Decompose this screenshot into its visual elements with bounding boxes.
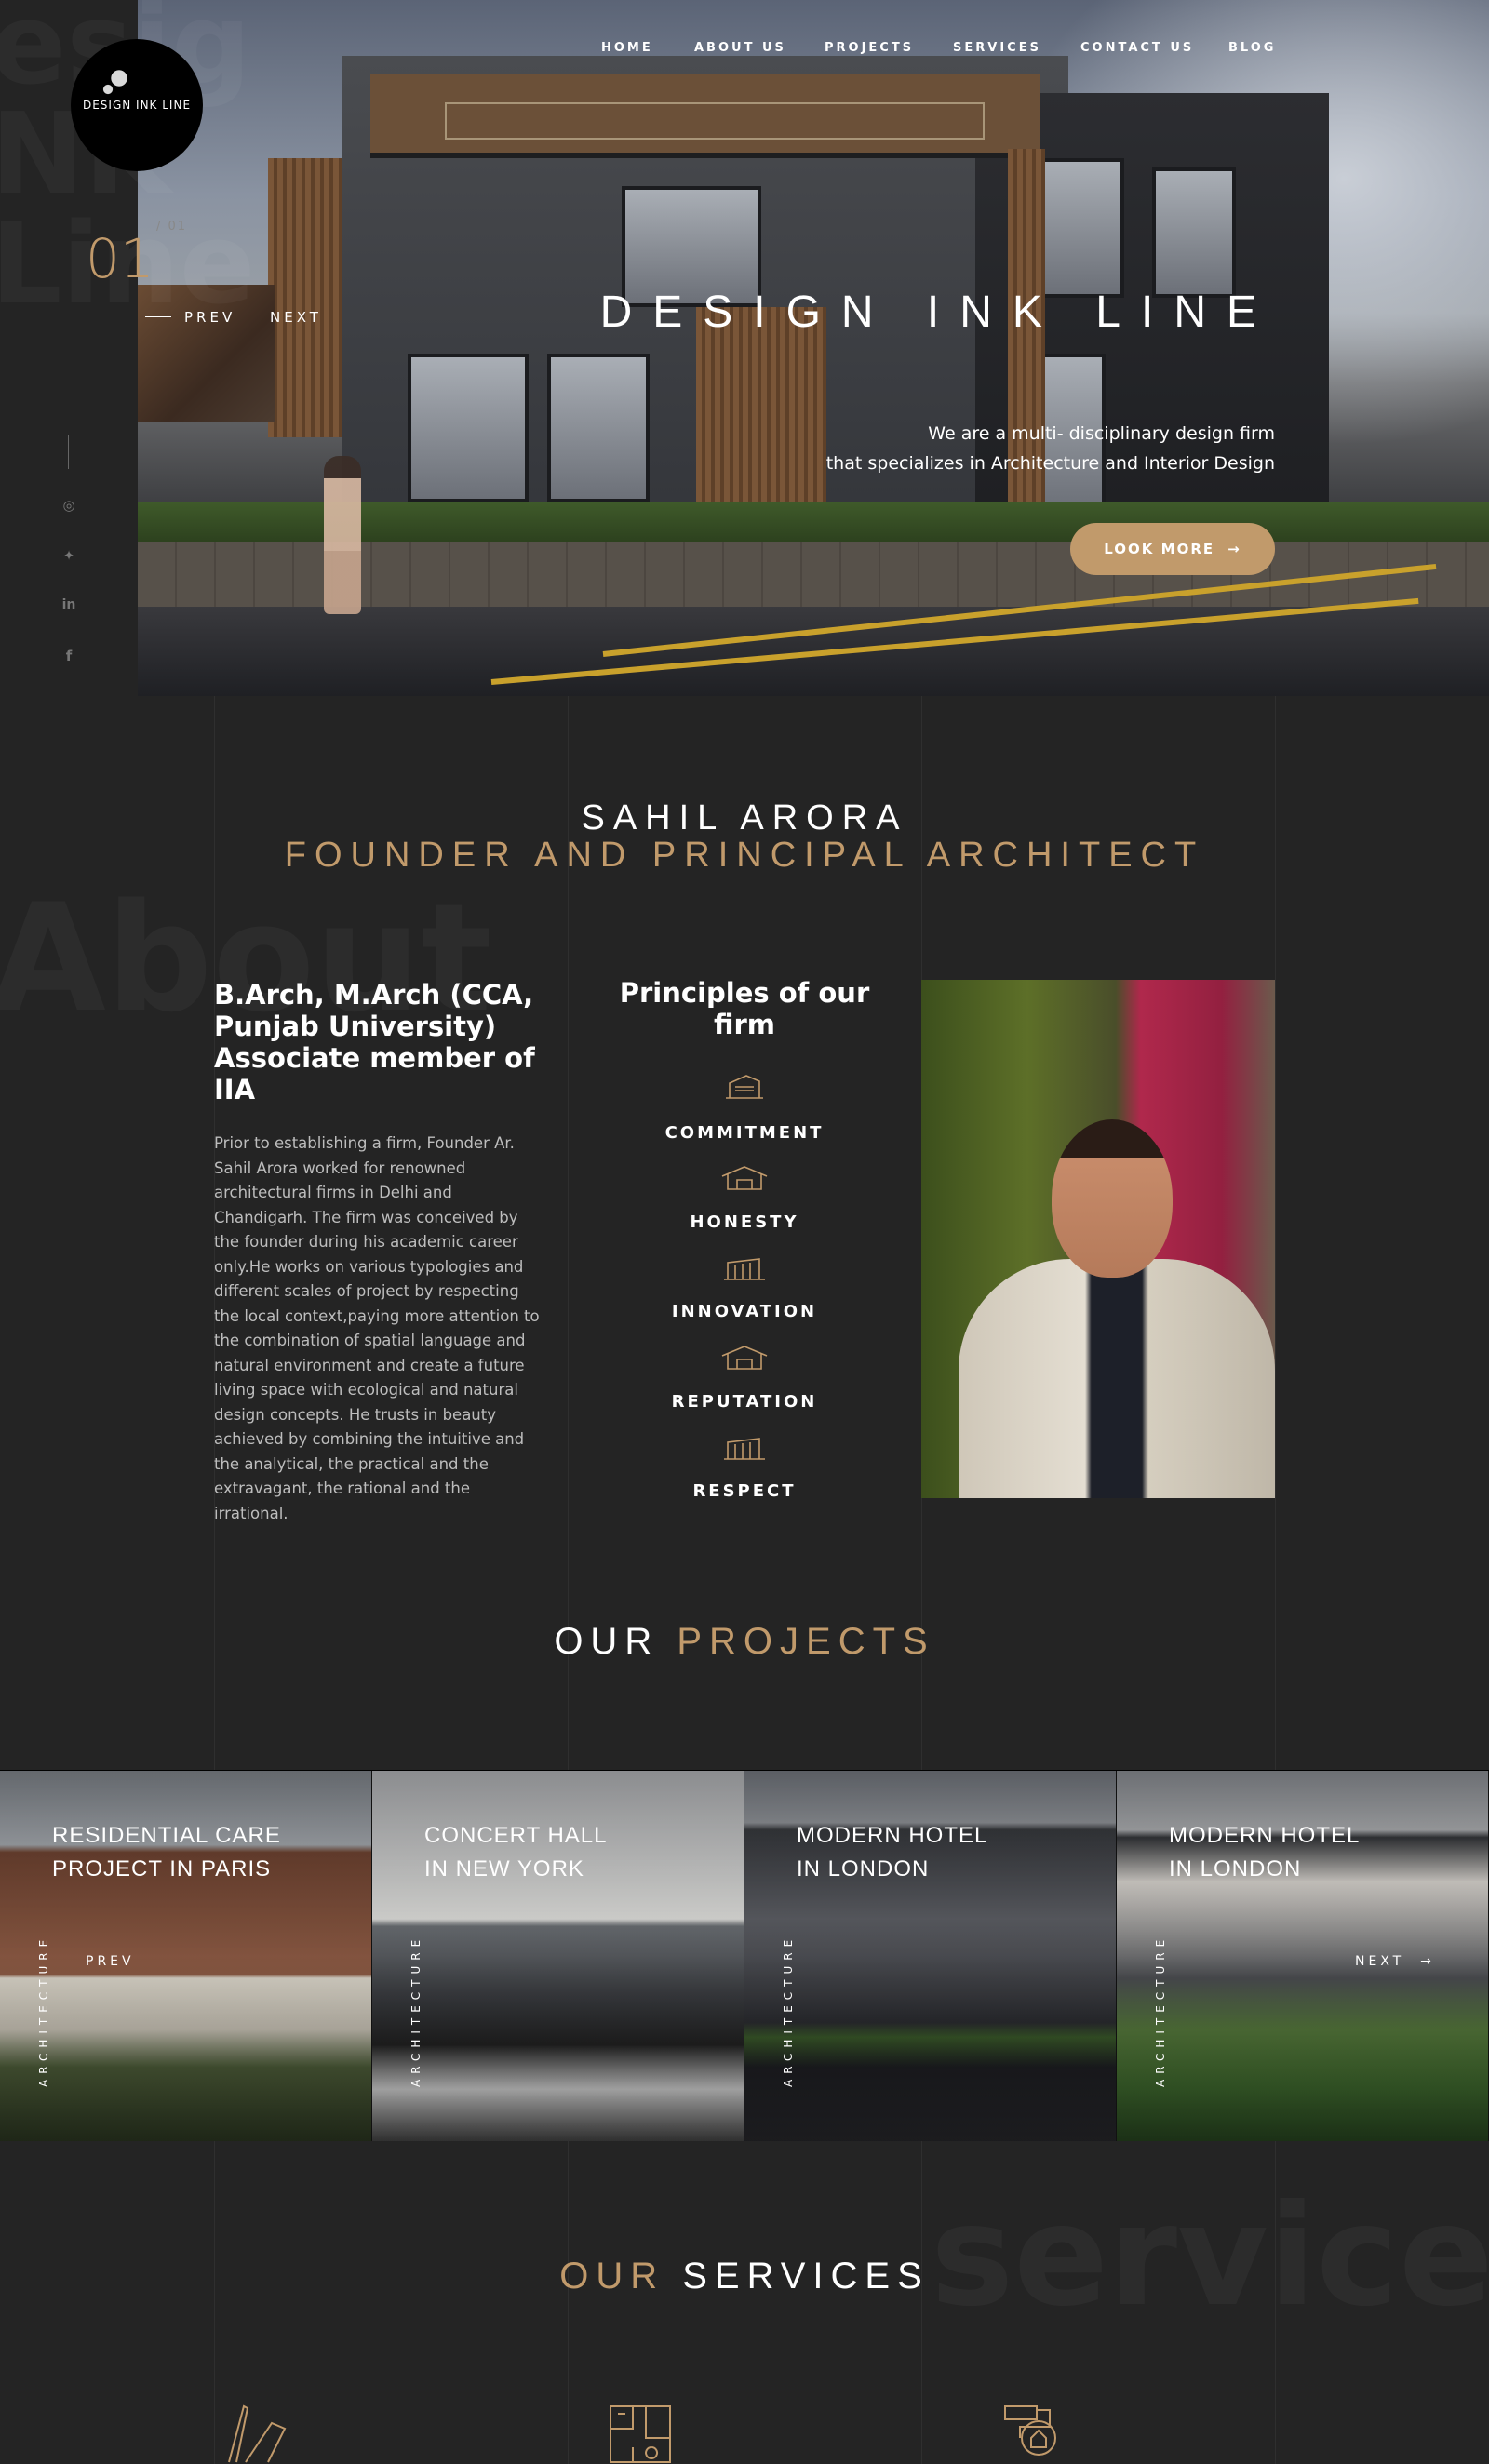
project-title: MODERN HOTEL IN LONDON <box>797 1823 988 1881</box>
innovation-icon <box>724 1258 765 1280</box>
project-title: CONCERT HALL IN NEW YORK <box>424 1823 608 1881</box>
founder-bio: Prior to establishing a firm, Founder Ar… <box>214 1134 540 1522</box>
linkedin-icon[interactable]: in <box>60 597 78 612</box>
projects-next-button[interactable]: NEXT → <box>1355 1954 1435 1969</box>
founder-qualifications: B.Arch, M.Arch (CCA, Punjab University) … <box>214 979 535 1105</box>
slide-total: / 01 <box>156 220 188 234</box>
project-category: ARCHITECTURE <box>409 1934 423 2087</box>
project-card[interactable]: CONCERT HALL IN NEW YORK ARCHITECTURE <box>372 1771 744 2141</box>
instagram-icon[interactable]: ◎ <box>60 497 78 514</box>
floor-plan-icon <box>610 2405 671 2463</box>
hero-section: esigNKLine DESIGN INK LINE 01 / 01 PREV … <box>0 0 1489 696</box>
twitter-icon[interactable]: ✦ <box>60 547 78 564</box>
project-category: ARCHITECTURE <box>782 1934 795 2087</box>
services-title: OUR SERVICES <box>0 2256 1489 2297</box>
principle-reputation: REPUTATION <box>671 1392 818 1412</box>
respect-icon <box>724 1438 765 1460</box>
projects-carousel: RESIDENTIAL CARE PROJECT IN PARIS ARCHIT… <box>0 1770 1489 2141</box>
arrow-right-icon: → <box>1227 541 1241 557</box>
principle-innovation: INNOVATION <box>671 1302 818 1321</box>
founder-photo <box>921 980 1275 1498</box>
hero-subtitle-line1: We are a multi- disciplinary design firm <box>928 423 1275 444</box>
interior-design-icon <box>1004 2405 1057 2456</box>
services-title-word2: SERVICES <box>682 2256 930 2297</box>
projects-title: OUR PROJECTS <box>0 1621 1489 1663</box>
projects-title-word2: PROJECTS <box>677 1621 935 1662</box>
arrow-right-icon: → <box>1412 1954 1435 1969</box>
nav-home[interactable]: HOME <box>601 41 653 55</box>
services-title-word1: OUR <box>559 2256 665 2297</box>
principle-honesty: HONESTY <box>690 1212 799 1232</box>
nav-services[interactable]: SERVICES <box>953 41 1041 55</box>
projects-title-word1: OUR <box>554 1621 660 1662</box>
logo-ink-splash <box>91 50 147 106</box>
column-guide <box>921 696 922 2464</box>
principles-title: Principles of our firm <box>619 977 870 1040</box>
reputation-icon <box>721 1346 768 1370</box>
project-category: ARCHITECTURE <box>37 1934 50 2087</box>
hero-title: DESIGN INK LINE <box>599 288 1277 337</box>
nav-blog[interactable]: BLOG <box>1228 41 1276 55</box>
slide-current: 01 <box>86 227 154 290</box>
founder-name: SAHIL ARORA <box>581 798 908 837</box>
project-title: MODERN HOTEL IN LONDON <box>1169 1823 1361 1881</box>
principle-commitment: COMMITMENT <box>664 1123 825 1143</box>
project-category: ARCHITECTURE <box>1154 1934 1167 2087</box>
project-card[interactable]: RESIDENTIAL CARE PROJECT IN PARIS ARCHIT… <box>0 1771 372 2141</box>
commitment-icon <box>726 1075 763 1099</box>
nav-projects[interactable]: PROJECTS <box>825 41 914 55</box>
look-more-button[interactable]: LOOK MORE → <box>1070 523 1275 575</box>
hero-subtitle: We are a multi- disciplinary design firm… <box>791 419 1275 478</box>
honesty-icon <box>721 1166 768 1190</box>
projects-prev-button[interactable]: PREV <box>86 1954 135 1969</box>
nav-contact-us[interactable]: CONTACT US <box>1080 41 1194 55</box>
founder-role: FOUNDER AND PRINCIPAL ARCHITECT <box>284 836 1205 875</box>
hero-image <box>138 0 1489 696</box>
facebook-icon[interactable]: f <box>60 648 78 664</box>
divider <box>68 435 69 469</box>
project-card[interactable]: MODERN HOTEL IN LONDON ARCHITECTURE <box>744 1771 1117 2141</box>
look-more-label: LOOK MORE <box>1104 541 1215 557</box>
nav-about-us[interactable]: ABOUT US <box>694 41 786 55</box>
column-guide <box>568 696 569 2464</box>
hero-subtitle-line2: that specializes in Architecture and Int… <box>825 453 1275 474</box>
project-title: RESIDENTIAL CARE PROJECT IN PARIS <box>52 1823 281 1881</box>
principle-respect: RESPECT <box>692 1481 797 1501</box>
architecture-icon <box>228 2404 287 2463</box>
hero-next-button[interactable]: NEXT <box>270 309 322 326</box>
hero-prev-button[interactable]: PREV <box>144 309 235 326</box>
